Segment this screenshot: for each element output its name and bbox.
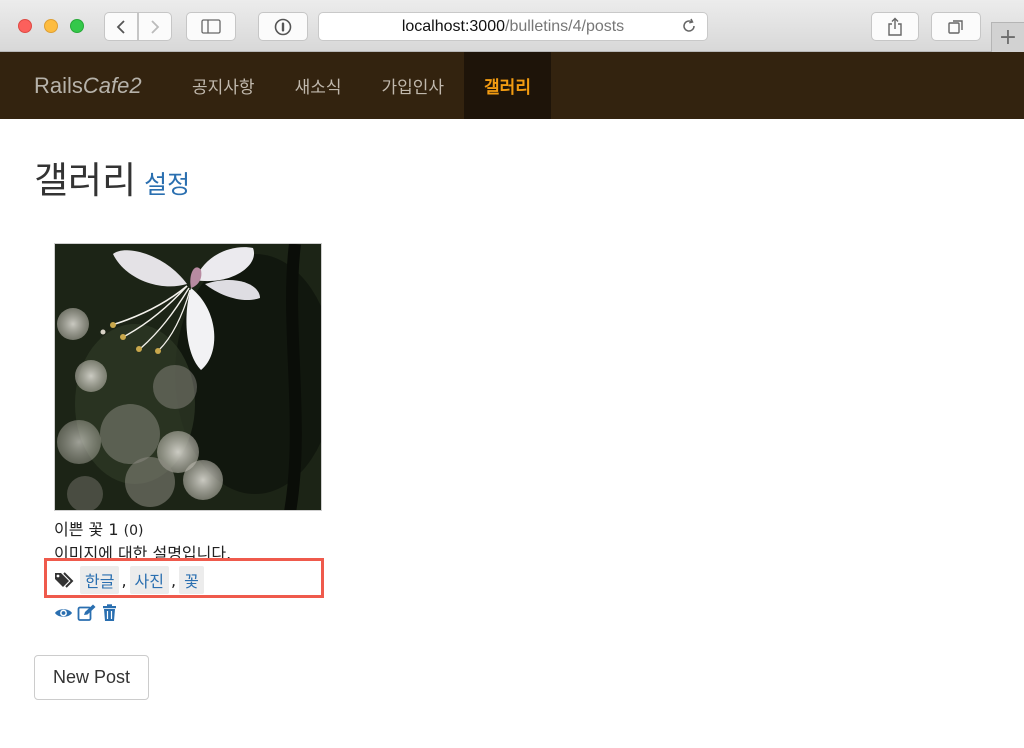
post-actions xyxy=(54,604,119,622)
url-host: localhost:3000 xyxy=(401,17,505,35)
close-window-button[interactable] xyxy=(18,19,32,33)
reload-icon[interactable] xyxy=(681,18,697,39)
show-tabs-button[interactable] xyxy=(931,12,981,41)
nav-item-news[interactable]: 새소식 xyxy=(275,52,362,119)
minimize-window-button[interactable] xyxy=(44,19,58,33)
tag-link[interactable]: 꽃 xyxy=(179,566,204,594)
forward-button[interactable] xyxy=(138,12,172,41)
comment-count: (0) xyxy=(123,523,144,539)
chevron-right-icon xyxy=(151,19,160,34)
post-title-text: 이쁜 꽃 1 xyxy=(54,520,119,539)
edit-icon[interactable] xyxy=(77,604,96,622)
tag-separator: , xyxy=(171,570,177,590)
post-thumbnail[interactable] xyxy=(54,243,322,511)
info-icon xyxy=(274,18,292,35)
share-button[interactable] xyxy=(871,12,919,41)
sidebar-icon xyxy=(201,19,221,34)
privacy-report-button[interactable] xyxy=(258,12,308,41)
tag-list: 한글, 사진, 꽃 xyxy=(54,566,204,594)
new-tab-button[interactable]: + xyxy=(991,22,1024,52)
trash-icon[interactable] xyxy=(100,604,119,622)
flower-image xyxy=(55,244,321,510)
nav-item-gallery[interactable]: 갤러리 xyxy=(464,52,551,119)
brand-logo[interactable]: RailsCafe2 xyxy=(34,73,172,99)
browser-toolbar: localhost:3000/bulletins/4/posts + xyxy=(0,0,1024,52)
page-title: 갤러리 설정 xyxy=(34,150,190,204)
back-button[interactable] xyxy=(104,12,138,41)
brand-main: Rails xyxy=(34,72,83,98)
sidebar-toggle-button[interactable] xyxy=(186,12,236,41)
tag-link[interactable]: 사진 xyxy=(129,566,169,594)
tag-link[interactable]: 한글 xyxy=(80,566,120,594)
url-path: /bulletins/4/posts xyxy=(505,17,625,35)
settings-link[interactable]: 설정 xyxy=(144,170,190,199)
tag-separator: , xyxy=(121,570,127,590)
nav-item-greetings[interactable]: 가입인사 xyxy=(361,52,464,119)
tabs-icon xyxy=(948,19,963,34)
new-post-button[interactable]: New Post xyxy=(34,655,149,700)
chevron-left-icon xyxy=(116,19,125,34)
main-navbar: RailsCafe2 공지사항 새소식 가입인사 갤러리 xyxy=(0,52,1024,119)
post-title: 이쁜 꽃 1 (0) xyxy=(54,516,143,540)
brand-italic: Cafe2 xyxy=(82,72,142,98)
tags-icon xyxy=(55,572,74,588)
nav-item-notices[interactable]: 공지사항 xyxy=(172,52,275,119)
page-title-text: 갤러리 xyxy=(34,159,137,202)
share-icon xyxy=(888,17,902,36)
eye-icon[interactable] xyxy=(54,604,73,622)
zoom-window-button[interactable] xyxy=(70,19,84,33)
address-bar[interactable]: localhost:3000/bulletins/4/posts xyxy=(318,12,708,41)
